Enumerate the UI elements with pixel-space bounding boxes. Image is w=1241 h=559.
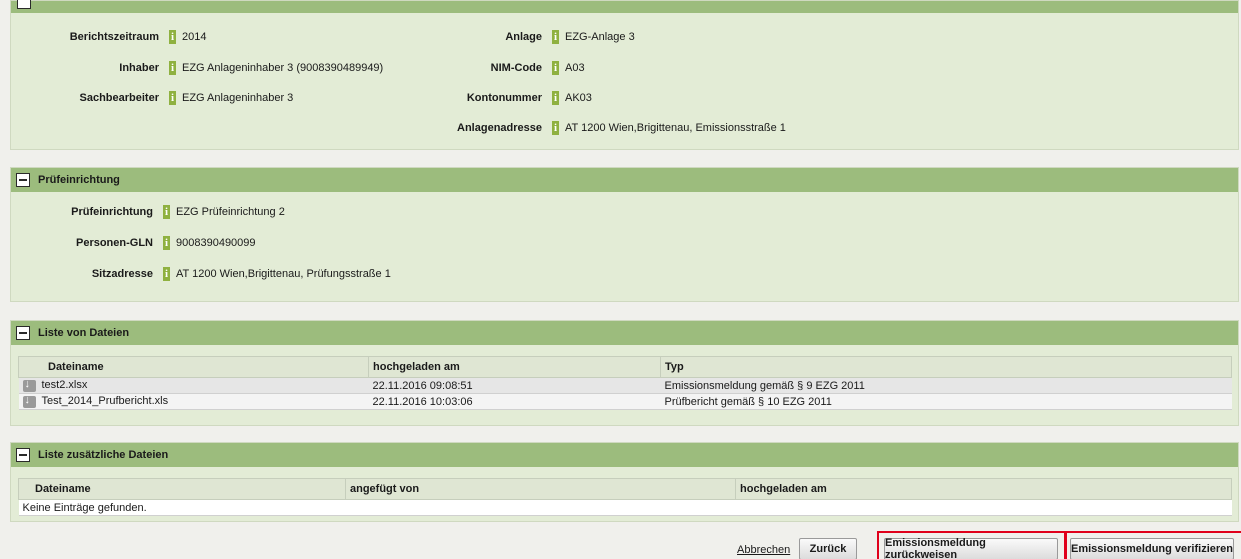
table-cell: 22.11.2016 09:08:51	[368, 377, 661, 394]
info-icon[interactable]: i	[169, 61, 176, 75]
inhaber-label: Inhaber	[119, 62, 159, 74]
panel-title: Prüfeinrichtung	[38, 174, 120, 186]
dateien-panel: Liste von Dateien Dateiname hochgeladen …	[10, 320, 1239, 426]
anlagenadresse-label: Anlagenadresse	[457, 122, 542, 134]
file-link[interactable]: Test_2014_Prufbericht.xls	[42, 395, 169, 407]
file-link[interactable]: test2.xlsx	[42, 379, 88, 391]
empty-message: Keine Einträge gefunden.	[18, 499, 1232, 516]
personen-gln-value: 9008390490099	[176, 237, 256, 249]
download-icon[interactable]	[22, 394, 36, 408]
collapse-toggle-icon[interactable]	[17, 0, 31, 9]
info-icon[interactable]: i	[163, 236, 170, 250]
panel-title: Liste von Dateien	[38, 327, 130, 339]
nim-code-label: NIM-Code	[490, 62, 542, 74]
zusatz-dateien-panel: Liste zusätzliche Dateien Dateiname ange…	[10, 442, 1239, 522]
table-row[interactable]: test2.xlsx 22.11.2016 09:08:51 Emissions…	[18, 377, 1232, 394]
table-cell[interactable]: Test_2014_Prufbericht.xls	[18, 393, 369, 410]
table-cell: Emissionsmeldung gemäß § 9 EZG 2011	[660, 377, 1232, 394]
anlagenadresse-value: AT 1200 Wien,Brigittenau, Emissionsstraß…	[565, 122, 786, 134]
table-cell: Prüfbericht gemäß § 10 EZG 2011	[660, 393, 1232, 410]
column-header[interactable]: hochgeladen am	[368, 356, 661, 378]
panel-header: Prüfeinrichtung	[11, 168, 1238, 192]
info-icon[interactable]: i	[163, 267, 170, 281]
highlight-box	[1064, 531, 1241, 559]
personen-gln-label: Personen-GLN	[75, 237, 153, 249]
table-cell[interactable]: test2.xlsx	[18, 377, 369, 394]
panel-header-strip	[11, 0, 1238, 13]
abbrechen-link[interactable]: Abbrechen	[737, 544, 790, 556]
table-cell: 22.11.2016 10:03:06	[368, 393, 661, 410]
sachbearbeiter-label: Sachbearbeiter	[79, 92, 159, 104]
info-icon[interactable]: i	[169, 91, 176, 105]
berichtszeitraum-label: Berichtszeitraum	[69, 31, 159, 43]
column-header[interactable]: Typ	[660, 356, 1232, 378]
berichtszeitraum-value: 2014	[182, 31, 207, 43]
column-header[interactable]: Dateiname	[18, 356, 369, 378]
info-icon[interactable]: i	[169, 30, 176, 44]
pruefeinrichtung-value: EZG Prüfeinrichtung 2	[176, 206, 285, 218]
column-header[interactable]: hochgeladen am	[735, 478, 1232, 500]
inhaber-value: EZG Anlageninhaber 3 (9008390489949)	[182, 62, 384, 74]
zurueck-button[interactable]: Zurück	[799, 538, 857, 559]
info-icon[interactable]: i	[552, 121, 559, 135]
info-icon[interactable]: i	[552, 91, 559, 105]
anlage-panel: Berichtszeitraum i 2014 Inhaber i EZG An…	[10, 0, 1239, 150]
kontonummer-value: AK03	[565, 92, 592, 104]
pruefeinrichtung-label: Prüfeinrichtung	[71, 206, 153, 218]
column-header[interactable]: angefügt von	[345, 478, 736, 500]
collapse-toggle-icon[interactable]	[16, 173, 30, 187]
info-icon[interactable]: i	[552, 61, 559, 75]
zusatz-dateien-table: Dateiname angefügt von hochgeladen am Ke…	[18, 478, 1232, 516]
panel-header: Liste von Dateien	[11, 321, 1238, 345]
sitzadresse-value: AT 1200 Wien,Brigittenau, Prüfungsstraße…	[176, 268, 391, 280]
panel-title: Liste zusätzliche Dateien	[38, 449, 169, 461]
table-row[interactable]: Test_2014_Prufbericht.xls 22.11.2016 10:…	[18, 393, 1232, 410]
anlage-label: Anlage	[505, 31, 542, 43]
pruefeinrichtung-panel: Prüfeinrichtung Prüfeinrichtung i EZG Pr…	[10, 167, 1239, 302]
panel-header: Liste zusätzliche Dateien	[11, 443, 1238, 467]
nim-code-value: A03	[565, 62, 585, 74]
collapse-toggle-icon[interactable]	[16, 448, 30, 462]
dateien-table: Dateiname hochgeladen am Typ test2.xlsx …	[18, 356, 1232, 410]
info-icon[interactable]: i	[163, 205, 170, 219]
collapse-toggle-icon[interactable]	[16, 326, 30, 340]
info-icon[interactable]: i	[552, 30, 559, 44]
sachbearbeiter-value: EZG Anlageninhaber 3	[182, 92, 294, 104]
kontonummer-label: Kontonummer	[466, 92, 542, 104]
download-icon[interactable]	[22, 378, 36, 392]
column-header[interactable]: Dateiname	[18, 478, 346, 500]
table-row: Keine Einträge gefunden.	[18, 499, 1232, 516]
sitzadresse-label: Sitzadresse	[91, 268, 153, 280]
anlage-value: EZG-Anlage 3	[565, 31, 635, 43]
highlight-box	[877, 531, 1067, 559]
